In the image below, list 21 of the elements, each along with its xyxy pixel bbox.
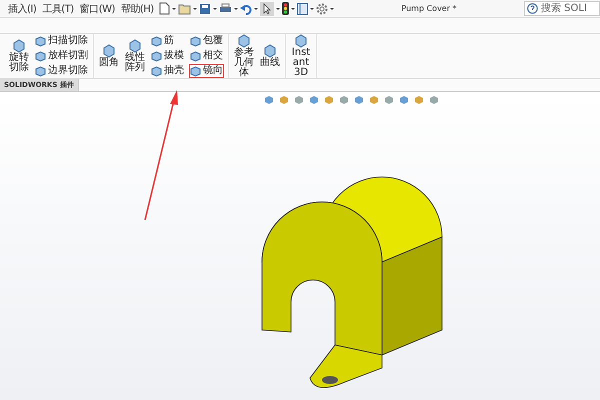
ribbon-button[interactable]: Instant3D	[290, 34, 312, 78]
ribbon-button[interactable]: 旋转切除	[8, 39, 30, 73]
ribbon-button[interactable]: 线性阵列	[124, 39, 146, 73]
menu-item[interactable]: 帮助(H)	[120, 2, 154, 16]
document-title: Pump Cover *	[400, 4, 458, 13]
ribbon-button[interactable]: 拔模	[150, 49, 185, 63]
ribbon-button[interactable]: 边界切除	[34, 64, 89, 78]
ribbon-button[interactable]: 放样切割	[34, 49, 89, 63]
ribbon-button[interactable]: 镜向	[189, 64, 224, 78]
ribbon-button[interactable]: 参考几何体	[233, 34, 255, 78]
menu-item[interactable]: 工具(T)	[42, 2, 74, 16]
ribbon-button[interactable]: 圆角	[98, 44, 120, 68]
ribbon-button[interactable]: 包覆	[189, 34, 224, 48]
ribbon-button[interactable]: 曲线	[259, 44, 281, 68]
ribbon-button[interactable]: 相交	[189, 49, 224, 63]
ribbon-button[interactable]: 抽壳	[150, 64, 185, 78]
menu-item[interactable]: 插入(I)	[8, 2, 36, 16]
search-field[interactable]: 搜索 SOLI	[524, 1, 600, 16]
ribbon-button[interactable]: 扫描切除	[34, 34, 89, 48]
ribbon-button[interactable]: 筋	[150, 34, 185, 48]
menu-item[interactable]: 窗口(W)	[80, 2, 115, 16]
